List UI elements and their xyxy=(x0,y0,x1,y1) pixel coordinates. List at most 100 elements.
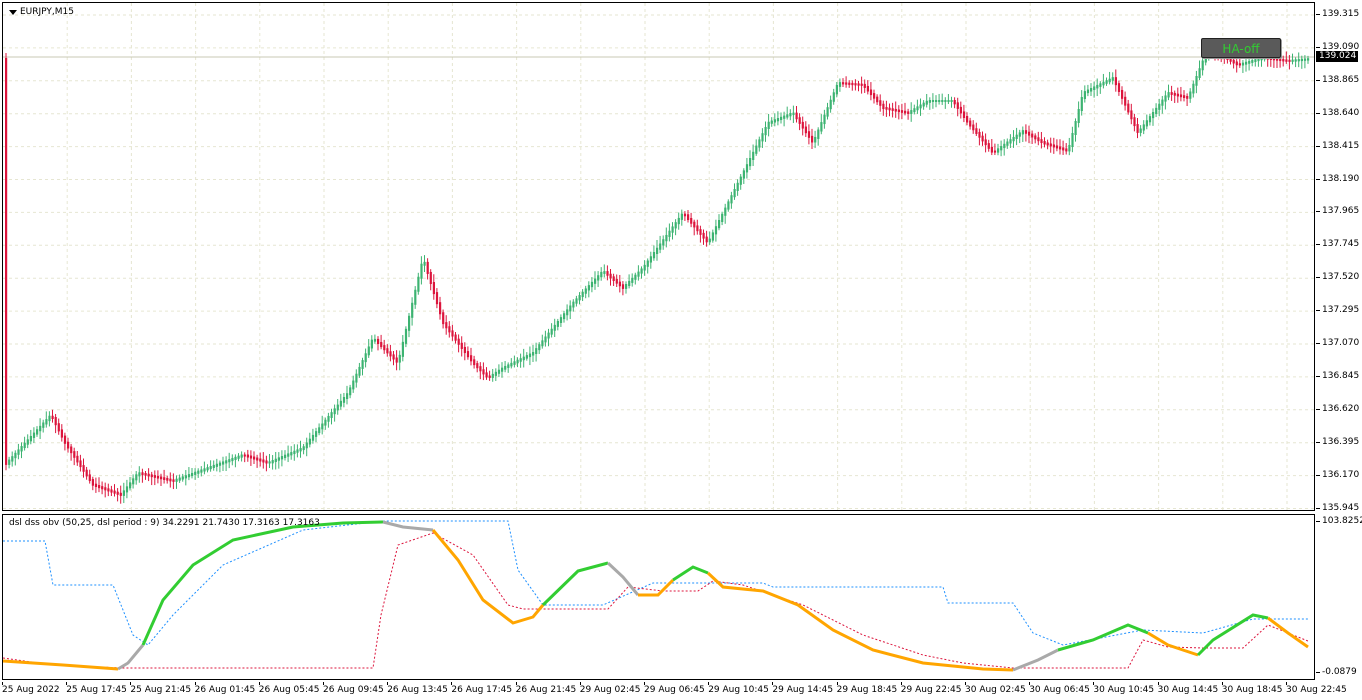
candle-body xyxy=(597,275,600,281)
candle-body xyxy=(888,107,891,111)
indicator-scale[interactable]: 103.8252 -0.0879 xyxy=(1316,514,1362,680)
candle-body xyxy=(79,460,82,468)
indicator-pane[interactable]: dsl dss obv (50,25, dsl period : 9) 34.2… xyxy=(2,514,1315,680)
candle-body xyxy=(432,282,435,295)
candle-body xyxy=(1189,91,1192,99)
candle-body xyxy=(228,459,231,463)
candle-body xyxy=(1245,61,1248,65)
candle-body xyxy=(1065,148,1068,152)
candle-body xyxy=(274,458,277,463)
candle-body xyxy=(563,313,566,320)
candle-body xyxy=(826,107,829,117)
candle-body xyxy=(677,217,680,225)
candle-body xyxy=(832,92,835,102)
candle-body xyxy=(163,477,166,480)
candle-body xyxy=(1117,83,1121,92)
candle-body xyxy=(640,268,643,274)
candle-body xyxy=(36,429,39,435)
candle-body xyxy=(1083,91,1086,100)
candle-body xyxy=(1114,77,1117,86)
candle-body xyxy=(711,232,714,241)
price-chart-pane[interactable]: EURJPY,M15 xyxy=(2,2,1315,511)
candle-body xyxy=(1232,59,1235,64)
candle-body xyxy=(702,232,705,239)
candle-body xyxy=(817,129,820,139)
candle-body xyxy=(1068,144,1071,152)
candle-body xyxy=(194,471,197,475)
candle-body xyxy=(308,438,311,445)
candle-body xyxy=(234,456,237,460)
candle-body xyxy=(342,397,346,403)
candle-body xyxy=(1173,92,1176,96)
candle-body xyxy=(153,475,156,478)
candle-body xyxy=(538,344,541,351)
price-scale-label: 137.520 xyxy=(1315,272,1360,283)
candle-body xyxy=(1248,60,1251,64)
candle-body xyxy=(935,100,938,102)
candle-body xyxy=(262,459,265,463)
candle-body xyxy=(1155,107,1158,114)
candle-body xyxy=(978,131,981,138)
candle-body xyxy=(104,487,107,491)
oscillator-neutral-segment xyxy=(117,644,145,671)
candle-body xyxy=(1179,94,1183,98)
candle-body xyxy=(683,213,687,217)
candle-body xyxy=(215,463,218,467)
candle-body xyxy=(814,136,817,143)
candle-body xyxy=(1133,117,1136,127)
candle-body xyxy=(476,363,479,369)
candle-body xyxy=(755,145,758,154)
candle-body xyxy=(287,453,290,457)
candle-body xyxy=(792,112,795,116)
oscillator-down-segment xyxy=(1267,616,1309,649)
candle-body xyxy=(156,475,160,479)
candle-body xyxy=(265,460,268,464)
candle-body xyxy=(776,118,780,122)
candle-body xyxy=(370,339,373,349)
candle-body xyxy=(203,468,206,472)
candle-body xyxy=(122,490,125,496)
candle-body xyxy=(721,213,724,222)
candle-body xyxy=(631,277,634,283)
candle-body xyxy=(470,355,473,362)
candle-body xyxy=(336,404,339,411)
dropdown-triangle-icon[interactable] xyxy=(9,9,17,15)
candle-body xyxy=(770,120,773,124)
candle-body xyxy=(218,462,222,466)
price-scale[interactable]: 139.315 139.090 138.865 138.640 138.415 138.1… xyxy=(1315,2,1362,513)
candle-body xyxy=(302,446,305,451)
candle-body xyxy=(752,151,755,160)
price-scale-label: 137.965 xyxy=(1315,206,1360,217)
candle-body xyxy=(85,469,88,477)
candle-body xyxy=(5,58,8,465)
candle-body xyxy=(1183,95,1186,98)
candle-body xyxy=(553,324,556,331)
candle-body xyxy=(67,441,70,449)
candle-body xyxy=(222,461,225,465)
candle-body xyxy=(1139,128,1142,133)
candle-body xyxy=(1127,103,1130,113)
candle-body xyxy=(401,341,404,357)
candle-body xyxy=(993,150,997,153)
candle-body xyxy=(392,354,395,360)
candle-body xyxy=(1291,59,1294,62)
candle-body xyxy=(1018,132,1021,137)
ha-toggle-button[interactable]: HA-off xyxy=(1201,38,1281,58)
time-axis[interactable]: 25 Aug 2022 25 Aug 17:45 25 Aug 21:45 26 Au… xyxy=(2,682,1347,700)
candle-body xyxy=(1077,109,1080,123)
candle-body xyxy=(981,135,984,142)
candle-body xyxy=(687,214,690,220)
time-axis-label: 26 Aug 13:45 xyxy=(387,682,448,695)
candle-body xyxy=(718,220,721,229)
candle-body xyxy=(621,284,625,289)
candle-body xyxy=(187,474,191,478)
candle-body xyxy=(811,135,814,143)
candle-body xyxy=(482,369,485,375)
candle-body xyxy=(1040,139,1043,144)
candle-body xyxy=(807,131,811,138)
candle-body xyxy=(377,338,380,344)
candle-body xyxy=(680,213,683,220)
price-scale-label: 139.315 xyxy=(1315,9,1360,19)
time-axis-label: 25 Aug 17:45 xyxy=(66,682,127,695)
candle-body xyxy=(745,164,749,173)
